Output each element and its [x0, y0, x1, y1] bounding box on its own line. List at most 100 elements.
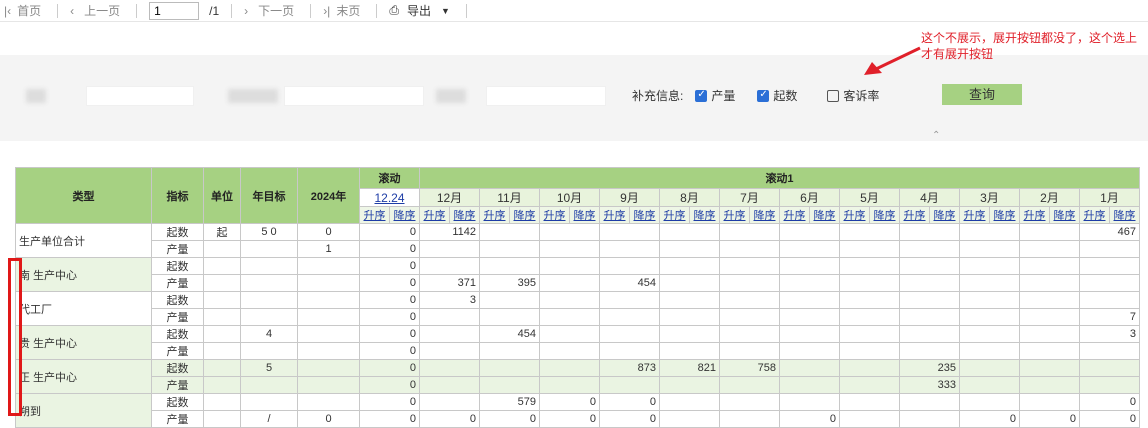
month-value-cell — [959, 342, 1020, 360]
sort-asc-link[interactable]: 升序 — [720, 207, 750, 223]
export-icon: ⎙ — [389, 3, 399, 17]
last-page-button[interactable]: ›| 末页 — [323, 2, 360, 19]
month-value-cell — [1019, 359, 1080, 377]
month-value-cell — [1019, 257, 1080, 275]
sort-asc-link[interactable]: 升序 — [480, 207, 510, 223]
first-page-button[interactable]: |‹ 首页 — [4, 2, 41, 19]
month-value-cell — [779, 257, 840, 275]
month-value-cell — [719, 325, 780, 343]
sort-asc-link[interactable]: 升序 — [900, 207, 930, 223]
annotation-arrow-icon — [864, 46, 921, 75]
query-button[interactable]: 查询 — [942, 84, 1022, 105]
month-value-cell — [1019, 240, 1080, 258]
metric-cell: 起数 — [151, 223, 204, 241]
target-cell — [240, 240, 298, 258]
day-cell: 0 — [359, 274, 420, 292]
header-unit: 单位 — [203, 167, 241, 224]
sort-cell: 升序 降序 — [359, 206, 420, 224]
header-day-col[interactable]: 12.24 — [359, 188, 420, 207]
metric-cell: 起数 — [151, 325, 204, 343]
month-value-cell — [779, 359, 840, 377]
filter-field-3[interactable] — [486, 86, 606, 106]
year-cell: 1 — [297, 240, 360, 258]
table-row: 南 生产中心 起数 0 — [15, 257, 1140, 292]
month-value-cell — [899, 291, 960, 309]
month-value-cell: 467 — [1079, 223, 1140, 241]
month-value-cell — [539, 291, 600, 309]
sort-desc-link[interactable]: 降序 — [810, 207, 839, 223]
sort-asc-link[interactable]: 升序 — [360, 207, 390, 223]
sort-asc-link[interactable]: 升序 — [1020, 207, 1050, 223]
prev-page-button[interactable]: ‹ 上一页 — [70, 2, 120, 19]
day-cell: 0 — [359, 359, 420, 377]
unit-cell — [203, 291, 241, 309]
next-page-button[interactable]: › 下一页 — [244, 2, 294, 19]
chevron-right-icon: › — [244, 3, 249, 18]
divider — [231, 3, 233, 18]
count-checkbox[interactable] — [757, 89, 770, 102]
page-number-input[interactable] — [149, 1, 200, 20]
month-value-cell — [1019, 393, 1080, 411]
month-value-cell — [659, 342, 720, 360]
metric-cell: 产量 — [151, 376, 204, 394]
table-row: 代工厂 起数 0 3 — [15, 291, 1140, 326]
collapse-caret-icon[interactable]: ⌃ — [932, 130, 940, 141]
sort-asc-link[interactable]: 升序 — [420, 207, 450, 223]
sort-asc-link[interactable]: 升序 — [780, 207, 810, 223]
highlight-box — [8, 258, 22, 416]
header-month: 1月 — [1079, 188, 1140, 207]
month-value-cell: 0 — [1079, 393, 1140, 411]
sort-asc-link[interactable]: 升序 — [840, 207, 870, 223]
sort-desc-link[interactable]: 降序 — [750, 207, 779, 223]
sort-desc-link[interactable]: 降序 — [390, 207, 419, 223]
month-value-cell — [659, 223, 720, 241]
month-value-cell — [839, 240, 900, 258]
sort-asc-link[interactable]: 升序 — [540, 207, 570, 223]
month-value-cell — [1079, 291, 1140, 309]
sort-desc-link[interactable]: 降序 — [510, 207, 539, 223]
sort-asc-link[interactable]: 升序 — [600, 207, 630, 223]
month-value-cell — [659, 325, 720, 343]
sort-desc-link[interactable]: 降序 — [1050, 207, 1079, 223]
sort-desc-link[interactable]: 降序 — [630, 207, 659, 223]
sort-desc-link[interactable]: 降序 — [1110, 207, 1139, 223]
year-cell: 0 — [297, 410, 360, 428]
table-row: 贵 生产中心 起数 4 0 454 3 — [15, 325, 1140, 360]
month-value-cell — [599, 291, 660, 309]
sort-asc-link[interactable]: 升序 — [660, 207, 690, 223]
month-value-cell — [1019, 308, 1080, 326]
month-value-cell — [539, 240, 600, 258]
month-value-cell: 579 — [479, 393, 540, 411]
sort-desc-link[interactable]: 降序 — [570, 207, 599, 223]
month-value-cell — [719, 393, 780, 411]
month-value-cell — [599, 257, 660, 275]
month-value-cell — [719, 274, 780, 292]
month-value-cell — [599, 223, 660, 241]
output-checkbox[interactable] — [695, 89, 708, 102]
month-value-cell — [659, 240, 720, 258]
complaint-rate-checkbox[interactable] — [827, 89, 840, 102]
header-month: 2月 — [1019, 188, 1080, 207]
table-row: 朔到 起数 0 579 0 0 0 — [15, 393, 1140, 428]
sort-asc-link[interactable]: 升序 — [960, 207, 990, 223]
month-value-cell — [779, 393, 840, 411]
month-value-cell — [839, 410, 900, 428]
month-value-cell — [479, 308, 540, 326]
target-cell — [240, 274, 298, 292]
sort-desc-link[interactable]: 降序 — [990, 207, 1019, 223]
sort-cell: 升序 降序 — [599, 206, 660, 224]
annotation-note: 这个不展示，展开按钮都没了，这个选上才有展开按钮 — [921, 31, 1138, 61]
filter-field-1[interactable] — [86, 86, 194, 106]
sort-desc-link[interactable]: 降序 — [450, 207, 479, 223]
target-cell: / — [240, 410, 298, 428]
target-cell: 5 0 — [240, 223, 298, 241]
sort-desc-link[interactable]: 降序 — [930, 207, 959, 223]
month-value-cell — [899, 240, 960, 258]
month-value-cell: 758 — [719, 359, 780, 377]
month-value-cell: 0 — [539, 393, 600, 411]
sort-asc-link[interactable]: 升序 — [1080, 207, 1110, 223]
filter-field-2[interactable] — [284, 86, 424, 106]
sort-desc-link[interactable]: 降序 — [690, 207, 719, 223]
sort-desc-link[interactable]: 降序 — [870, 207, 899, 223]
export-button[interactable]: ⎙ 导出 ▼ — [389, 2, 450, 19]
